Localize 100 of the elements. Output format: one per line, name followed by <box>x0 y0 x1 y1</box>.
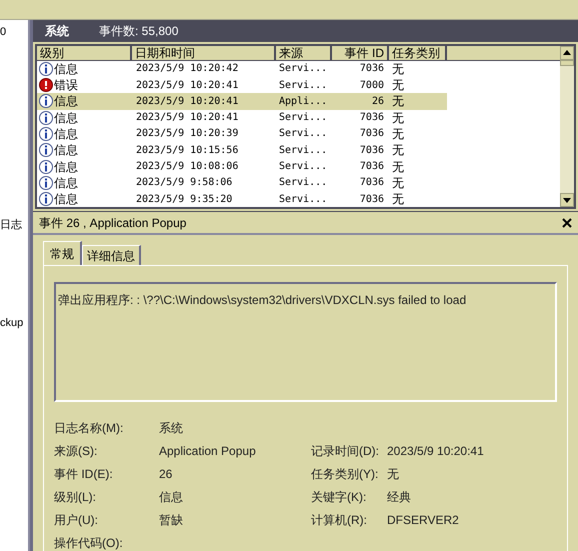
source-cell-text: Servi... <box>278 192 328 207</box>
datetime-cell-text: 2023/5/9 10:20:39 <box>135 127 240 142</box>
property-label: 事件 ID(E): <box>54 466 114 483</box>
table-row[interactable]: 信息 2023/5/9 9:58:06 Servi... 7036 无 <box>37 174 447 191</box>
table-row[interactable]: 信息 2023/5/9 10:20:39 Servi... 7036 无 <box>37 126 447 142</box>
event-id-cell-text: 7036 <box>358 127 385 142</box>
event-id-cell-text: 7036 <box>358 111 385 126</box>
property-label: 计算机(R): <box>311 512 368 529</box>
source-cell-text: Appli... <box>278 94 328 109</box>
source-cell-text: Servi... <box>278 111 328 126</box>
column-header[interactable]: 日期和时间 <box>132 46 276 60</box>
source-cell-text: Servi... <box>278 127 328 142</box>
tab[interactable]: 详细信息 <box>82 245 141 265</box>
property-value: 暂缺 <box>159 512 184 529</box>
level-cell-text: 信息 <box>54 126 78 143</box>
error-icon <box>39 78 53 92</box>
property-value: DFSERVER2 <box>387 512 459 529</box>
datetime-cell-text: 2023/5/9 10:20:41 <box>135 111 240 126</box>
property-value: 系统 <box>159 420 184 437</box>
task-cell-text: 无 <box>391 174 405 192</box>
task-cell-text: 无 <box>391 126 405 143</box>
task-cell-text: 无 <box>391 110 405 127</box>
info-icon <box>39 176 53 190</box>
level-cell-text: 信息 <box>54 93 78 110</box>
property-label: 操作代码(O): <box>54 535 124 551</box>
datetime-cell-text: 2023/5/9 10:20:41 <box>135 94 240 109</box>
info-icon <box>39 110 53 125</box>
event-message: 弹出应用程序: : \??\C:\Windows\system32\drivers\VDXCLN.sys failed to load <box>58 293 466 307</box>
source-cell-text: Servi... <box>278 78 328 93</box>
column-header[interactable]: 事件 ID <box>332 46 389 60</box>
event-id-cell-text: 26 <box>370 94 385 109</box>
scroll-down-icon[interactable] <box>560 193 574 208</box>
selected-row[interactable]: 信息 2023/5/9 10:20:41 Appli... 26 无 <box>37 93 447 110</box>
table-row[interactable]: 信息 2023/5/9 10:20:41 Servi... 7036 无 <box>37 110 447 126</box>
info-icon <box>39 192 53 206</box>
property-label: 用户(U): <box>54 512 99 529</box>
property-label: 来源(S): <box>54 443 98 460</box>
table-row[interactable]: 信息 2023/5/9 10:08:06 Servi... 7036 无 <box>37 158 447 175</box>
close-icon[interactable] <box>562 218 572 228</box>
tab[interactable]: 常规 <box>43 241 82 265</box>
datetime-cell-text: 2023/5/9 10:08:06 <box>135 160 240 174</box>
datetime-cell-text: 2023/5/9 10:20:42 <box>135 62 240 76</box>
task-cell-text: 无 <box>391 77 405 94</box>
task-cell-text: 无 <box>391 142 405 160</box>
info-icon <box>39 126 53 141</box>
source-cell-text: Servi... <box>278 176 328 190</box>
level-cell-text: 信息 <box>54 174 78 192</box>
info-icon <box>39 160 53 174</box>
event-count: 事件数: 55,800 <box>99 22 178 40</box>
property-value: 26 <box>159 466 174 483</box>
level-cell-text: 信息 <box>54 142 78 160</box>
event-id-cell-text: 7036 <box>358 62 385 76</box>
table-row[interactable]: 信息 2023/5/9 9:35:20 Servi... 7036 无 <box>37 190 447 208</box>
source-cell-text: Servi... <box>278 62 328 76</box>
property-label: 日志名称(M): <box>54 420 124 437</box>
task-cell-text: 无 <box>391 93 405 110</box>
table-row[interactable]: 错误 2023/5/9 10:20:41 Servi... 7000 无 <box>37 76 447 94</box>
datetime-cell-text: 2023/5/9 9:35:20 <box>135 192 234 207</box>
column-header[interactable]: 任务类别 <box>389 46 447 60</box>
event-id-cell-text: 7036 <box>358 144 385 158</box>
property-label: 记录时间(D): <box>311 443 380 460</box>
event-id-cell-text: 7036 <box>358 176 385 190</box>
task-cell-text: 无 <box>391 60 405 78</box>
level-cell-text: 信息 <box>54 191 78 208</box>
level-cell-text: 信息 <box>54 158 78 176</box>
event-id-cell-text: 7000 <box>358 78 385 93</box>
property-label: 任务类别(Y): <box>311 466 380 483</box>
task-cell-text: 无 <box>391 158 405 176</box>
log-title: 系统 <box>45 22 69 40</box>
property-value: Application Popup <box>159 443 257 460</box>
table-row[interactable]: 信息 2023/5/9 10:20:42 Servi... 7036 无 <box>37 60 447 77</box>
property-label: 级别(L): <box>54 489 97 506</box>
level-cell-text: 信息 <box>54 110 78 127</box>
datetime-cell-text: 2023/5/9 9:58:06 <box>135 176 234 190</box>
event-title: 事件 26 , Application Popup <box>39 214 186 232</box>
tree-item[interactable]: 日志 <box>0 216 28 233</box>
event-id-cell-text: 7036 <box>358 192 385 207</box>
info-icon <box>39 62 53 76</box>
info-icon <box>39 143 53 158</box>
column-header[interactable]: 级别 <box>37 46 132 60</box>
property-value: 信息 <box>159 489 184 506</box>
tree-item[interactable]: 0 <box>0 24 28 40</box>
info-icon <box>39 94 53 108</box>
property-value: 无 <box>387 466 399 483</box>
tree-item[interactable]: ckup <box>0 315 28 332</box>
property-value: 2023/5/9 10:20:41 <box>387 443 484 460</box>
scroll-up-icon[interactable] <box>560 46 574 60</box>
source-cell-text: Servi... <box>278 160 328 174</box>
task-cell-text: 无 <box>391 191 405 208</box>
column-header[interactable]: 来源 <box>276 46 332 60</box>
event-id-cell-text: 7036 <box>358 160 385 174</box>
scrollbar[interactable] <box>560 46 574 208</box>
property-label: 关键字(K): <box>311 489 368 506</box>
property-value: 经典 <box>387 489 411 506</box>
datetime-cell-text: 2023/5/9 10:15:56 <box>135 144 240 158</box>
table-row[interactable]: 信息 2023/5/9 10:15:56 Servi... 7036 无 <box>37 142 447 158</box>
source-cell-text: Servi... <box>278 144 328 158</box>
datetime-cell-text: 2023/5/9 10:20:41 <box>135 78 240 93</box>
level-cell-text: 错误 <box>54 77 78 94</box>
level-cell-text: 信息 <box>54 60 78 78</box>
